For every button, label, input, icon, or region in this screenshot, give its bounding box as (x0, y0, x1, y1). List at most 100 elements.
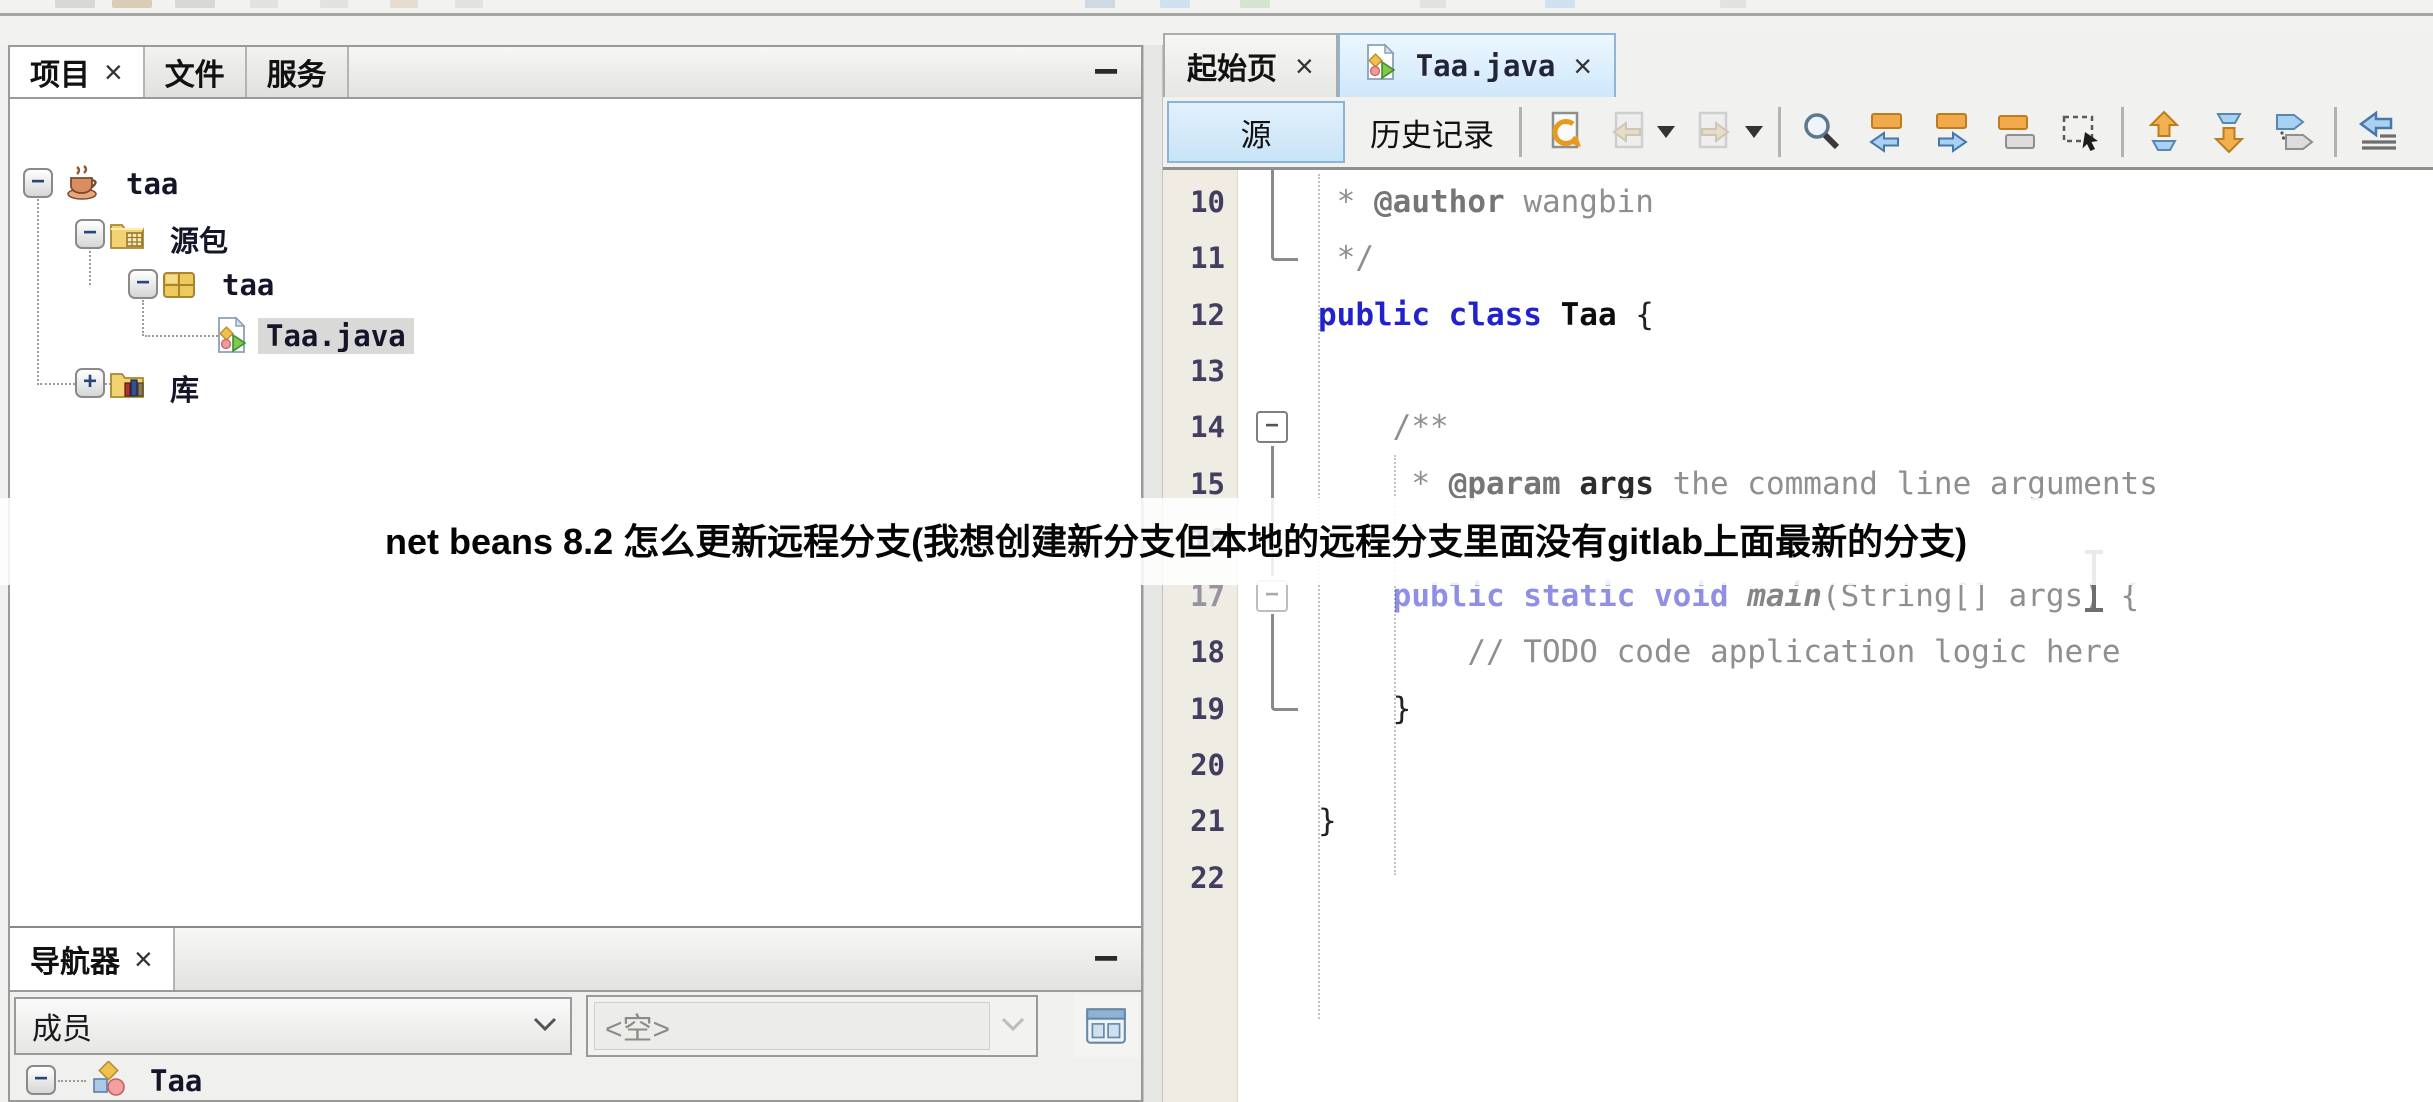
netbeans-window: 项目×文件服务 − −taa−源包−taaTaa.java+库 导航器 × − … (0, 0, 2433, 1102)
fold-toggle-icon[interactable]: − (1256, 411, 1288, 443)
forward-icon[interactable] (1690, 107, 1740, 157)
code-text: } (1318, 793, 1337, 849)
toolbar-icon-sliver (55, 0, 95, 8)
close-icon[interactable]: × (104, 56, 123, 88)
code-text: * @author wangbin (1318, 174, 1654, 230)
toolbar-separator (2121, 107, 2124, 157)
line-number: 20 (1163, 737, 1225, 793)
toolbar-icon-sliver (250, 0, 278, 8)
close-icon[interactable]: × (1295, 50, 1314, 82)
expand-icon[interactable]: + (75, 368, 105, 398)
code-line[interactable]: 21} (1163, 793, 2433, 849)
editor-tabbar: 起始页×Taa.java× (1163, 33, 2433, 97)
source-view-button[interactable]: 源 (1167, 101, 1345, 163)
toggle-highlight-icon[interactable] (1991, 107, 2041, 157)
line-number: 13 (1163, 343, 1225, 399)
code-line[interactable]: 18 // TODO code application logic here (1163, 624, 2433, 680)
chevron-down-icon (1000, 1016, 1026, 1037)
toolbar-icon-sliver (320, 0, 348, 8)
caption-text: net beans 8.2 怎么更新远程分支(我想创建新分支但本地的远程分支里面… (385, 498, 1967, 585)
close-icon[interactable]: × (1573, 50, 1592, 82)
previous-bookmark-icon[interactable] (2139, 107, 2189, 157)
tree-item-label: 库 (162, 366, 207, 410)
rectangular-selection-icon[interactable] (2056, 107, 2106, 157)
code-text: // TODO code application logic here (1318, 624, 2121, 680)
package-icon (160, 265, 198, 303)
inherited-members-filter-button[interactable] (1073, 994, 1139, 1058)
jump-last-edit-icon[interactable] (1537, 107, 1587, 157)
caption-overlay: net beans 8.2 怎么更新远程分支(我想创建新分支但本地的远程分支里面… (0, 498, 2433, 585)
collapse-icon[interactable]: − (26, 1065, 56, 1095)
toolbar-icon-sliver (1240, 0, 1270, 8)
java-file-icon (212, 316, 250, 354)
tab-navigator[interactable]: 导航器 × (10, 928, 175, 990)
toolbar-separator (2334, 107, 2337, 157)
tree-connector (58, 1080, 86, 1082)
members-view-select[interactable]: 成员 (14, 997, 572, 1055)
line-number: 12 (1163, 287, 1225, 343)
collapse-icon[interactable]: − (23, 168, 53, 198)
tree-item[interactable]: − 源包 (10, 210, 1141, 258)
members-view-value: 成员 (16, 1004, 532, 1048)
projects-tabbar: 项目×文件服务 − (10, 47, 1141, 99)
navigator-tree: −Taa (10, 1060, 1141, 1102)
navigator-tree-item[interactable]: −Taa (10, 1056, 1141, 1102)
minimize-panel-button[interactable]: − (1089, 55, 1123, 89)
editor-tab-start-page[interactable]: 起始页× (1163, 33, 1338, 97)
code-text: */ (1318, 230, 1374, 286)
filter-value: <空> (595, 1004, 670, 1048)
toolbar-icon-sliver (112, 0, 152, 8)
code-line[interactable]: 11 */ (1163, 230, 2433, 286)
code-line[interactable]: 12 public class Taa { (1163, 287, 2433, 343)
left-tab-files[interactable]: 文件 (145, 47, 247, 97)
filter-combobox[interactable]: <空> (586, 995, 1038, 1057)
line-number: 19 (1163, 681, 1225, 737)
close-icon[interactable]: × (134, 943, 153, 975)
line-number: 21 (1163, 793, 1225, 849)
toolbar-icon-sliver (175, 0, 215, 8)
tree-item-label: 源包 (162, 217, 236, 261)
toolbar-icon-sliver (390, 0, 418, 8)
tree-item-label: taa (118, 166, 186, 202)
collapse-icon[interactable]: − (128, 269, 158, 299)
dropdown-arrow-icon[interactable] (1657, 126, 1675, 138)
line-number: 10 (1163, 174, 1225, 230)
navigator-controls: 成员 <空> (10, 992, 1141, 1060)
collapse-icon[interactable]: − (75, 219, 105, 249)
tree-item[interactable]: Taa.java (10, 311, 1141, 359)
editor-tab-taa-java[interactable]: Taa.java× (1338, 33, 1616, 97)
tree-item[interactable]: +库 (10, 359, 1141, 407)
libraries-folder-icon (108, 364, 146, 402)
toolbar-separator-line (0, 13, 2433, 16)
code-line[interactable]: 13 (1163, 343, 2433, 399)
toolbar-icon-sliver (455, 0, 483, 8)
tree-item[interactable]: − taa (10, 159, 1141, 207)
find-previous-icon[interactable] (1861, 107, 1911, 157)
code-text: public class Taa { (1318, 287, 1654, 343)
shift-line-left-icon[interactable] (2352, 107, 2402, 157)
code-line[interactable]: 14 /**− (1163, 399, 2433, 455)
next-bookmark-icon[interactable] (2204, 107, 2254, 157)
minimize-navigator-button[interactable]: − (1089, 942, 1123, 976)
left-tab-services[interactable]: 服务 (247, 47, 349, 97)
left-tab-projects[interactable]: 项目× (10, 47, 145, 97)
java-project-icon (64, 164, 102, 202)
back-icon[interactable] (1602, 107, 1652, 157)
dropdown-arrow-icon[interactable] (1745, 126, 1763, 138)
chevron-down-icon (532, 1016, 558, 1037)
line-number: 11 (1163, 230, 1225, 286)
code-text: } (1318, 681, 1411, 737)
code-line[interactable]: 22 (1163, 850, 2433, 906)
find-next-icon[interactable] (1926, 107, 1976, 157)
tab-label: 服务 (267, 50, 327, 94)
tree-item[interactable]: −taa (10, 260, 1141, 308)
toolbar-icon-sliver (1545, 0, 1575, 8)
bookmark-tags-icon[interactable] (2269, 107, 2319, 157)
find-selection-icon[interactable] (1796, 107, 1846, 157)
toolbar-icon-sliver (1420, 0, 1446, 8)
code-editor[interactable]: 10 * @author wangbin11 */12public class … (1163, 170, 2433, 1102)
code-line[interactable]: 10 * @author wangbin (1163, 174, 2433, 230)
code-line[interactable]: 19 } (1163, 681, 2433, 737)
history-button[interactable]: 历史记录 (1360, 110, 1504, 155)
code-line[interactable]: 20 (1163, 737, 2433, 793)
